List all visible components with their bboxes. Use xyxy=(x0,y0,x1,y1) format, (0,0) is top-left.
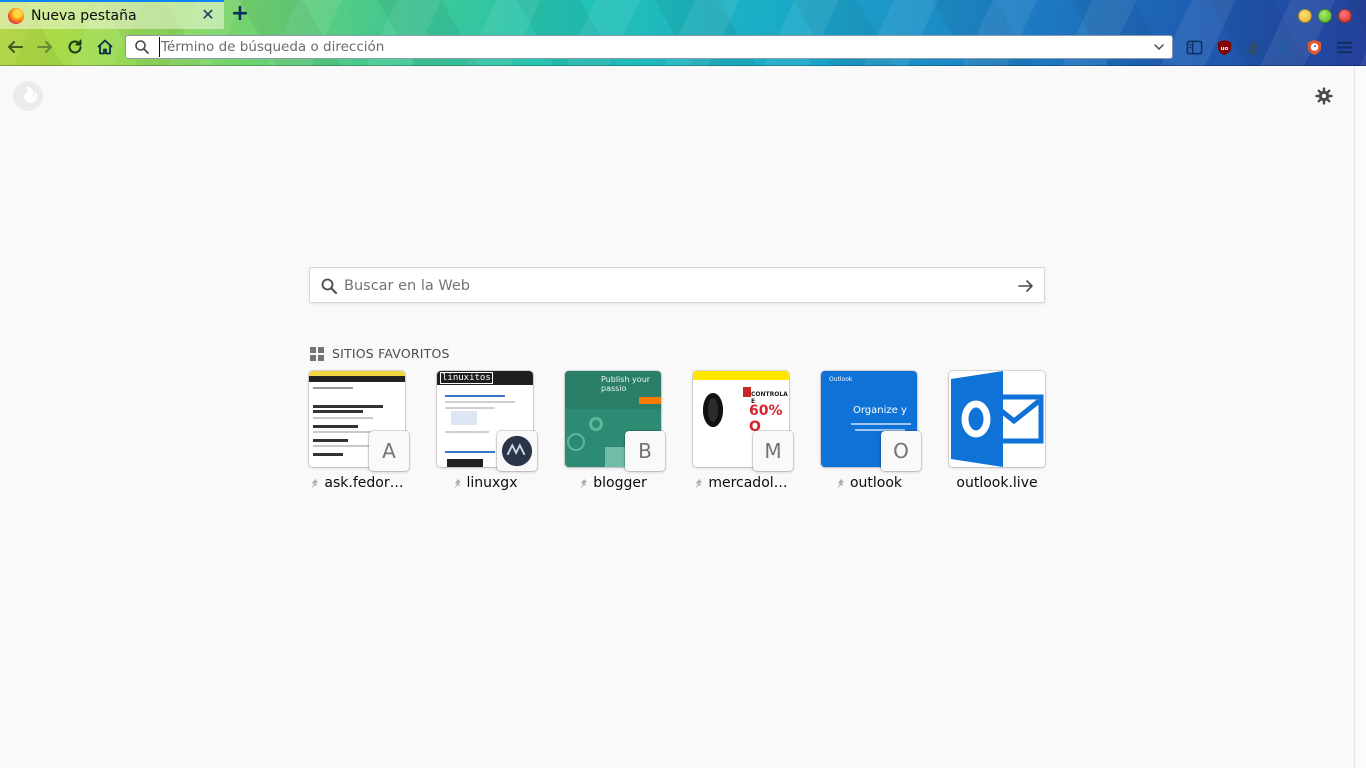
x-extension-icon[interactable] xyxy=(1274,37,1294,57)
tab-close-icon[interactable]: ✕ xyxy=(200,7,216,23)
top-sites-title: SITIOS FAVORITOS xyxy=(332,346,450,361)
top-site-linuxgx[interactable]: linuxitos linuxgx xyxy=(437,371,537,491)
site-thumbnail[interactable] xyxy=(949,371,1045,467)
new-tab-button[interactable]: + xyxy=(228,3,252,27)
ublock-origin-icon[interactable]: uo xyxy=(1214,37,1234,57)
search-icon xyxy=(321,278,337,294)
site-label: outlook xyxy=(821,475,917,491)
site-label: blogger xyxy=(565,475,661,491)
url-bar[interactable] xyxy=(125,35,1173,59)
extension-puzzle-icon[interactable] xyxy=(1244,37,1264,57)
web-search-input[interactable] xyxy=(344,275,1004,297)
top-site-outlook-live[interactable]: outlook.live xyxy=(949,371,1045,491)
maximize-window-button[interactable] xyxy=(1318,9,1332,23)
new-tab-page: SITIOS FAVORITOS A ask.fedor… xyxy=(0,66,1354,768)
reload-icon[interactable] xyxy=(65,37,85,57)
site-letter-badge: B xyxy=(625,431,665,471)
browser-chrome: Nueva pestaña ✕ + uo xyxy=(0,0,1366,66)
site-letter-badge: A xyxy=(369,431,409,471)
pin-icon[interactable] xyxy=(310,478,320,488)
web-search-box[interactable] xyxy=(309,267,1045,303)
window-controls xyxy=(1298,9,1352,23)
minimize-window-button[interactable] xyxy=(1298,9,1312,23)
firefox-logo-icon xyxy=(13,81,43,111)
site-letter-badge: O xyxy=(881,431,921,471)
search-go-arrow-icon[interactable] xyxy=(1016,276,1036,296)
tab-nueva-pestana[interactable]: Nueva pestaña ✕ xyxy=(0,0,224,29)
top-sites-heading[interactable]: SITIOS FAVORITOS xyxy=(310,346,450,361)
pin-icon[interactable] xyxy=(579,478,589,488)
pin-icon[interactable] xyxy=(694,478,704,488)
vertical-scrollbar[interactable] xyxy=(1354,66,1366,768)
site-label: outlook.live xyxy=(956,475,1038,491)
address-input[interactable] xyxy=(159,37,1121,57)
site-icon-badge xyxy=(497,431,537,471)
firefox-favicon-icon xyxy=(8,7,24,24)
linuxgx-logo-icon xyxy=(501,435,533,467)
top-site-outlook[interactable]: Outlook Organize y O outlook xyxy=(821,371,921,491)
navigation-toolbar: uo xyxy=(0,29,1366,65)
top-site-blogger[interactable]: Publish your passio B blogger xyxy=(565,371,665,491)
site-label: ask.fedor… xyxy=(309,475,405,491)
grid-icon xyxy=(310,346,324,361)
top-sites-grid: A ask.fedor… linuxitos linuxgx Publish y… xyxy=(309,371,1045,491)
hamburger-menu-icon[interactable] xyxy=(1334,37,1354,57)
site-label: linuxgx xyxy=(437,475,533,491)
gear-icon[interactable] xyxy=(1314,86,1334,106)
back-arrow-icon[interactable] xyxy=(5,37,25,57)
search-icon xyxy=(135,40,149,54)
tab-title: Nueva pestaña xyxy=(31,7,137,24)
close-window-button[interactable] xyxy=(1338,9,1352,23)
svg-text:uo: uo xyxy=(1220,45,1228,51)
sidebar-icon[interactable] xyxy=(1184,37,1204,57)
chevron-down-icon[interactable] xyxy=(1152,40,1166,54)
pin-icon[interactable] xyxy=(836,478,846,488)
duckduckgo-privacy-icon[interactable] xyxy=(1304,37,1324,57)
top-site-ask-fedora[interactable]: A ask.fedor… xyxy=(309,371,409,491)
site-label: mercadol… xyxy=(693,475,789,491)
pin-icon[interactable] xyxy=(453,478,463,488)
toolbar-extensions: uo xyxy=(1184,37,1354,57)
home-icon[interactable] xyxy=(95,37,115,57)
top-site-mercadolibre[interactable]: CONTROLA E 60% O M mercadol… xyxy=(693,371,793,491)
site-letter-badge: M xyxy=(753,431,793,471)
forward-arrow-icon[interactable] xyxy=(35,37,55,57)
outlook-logo-icon xyxy=(951,371,1044,467)
